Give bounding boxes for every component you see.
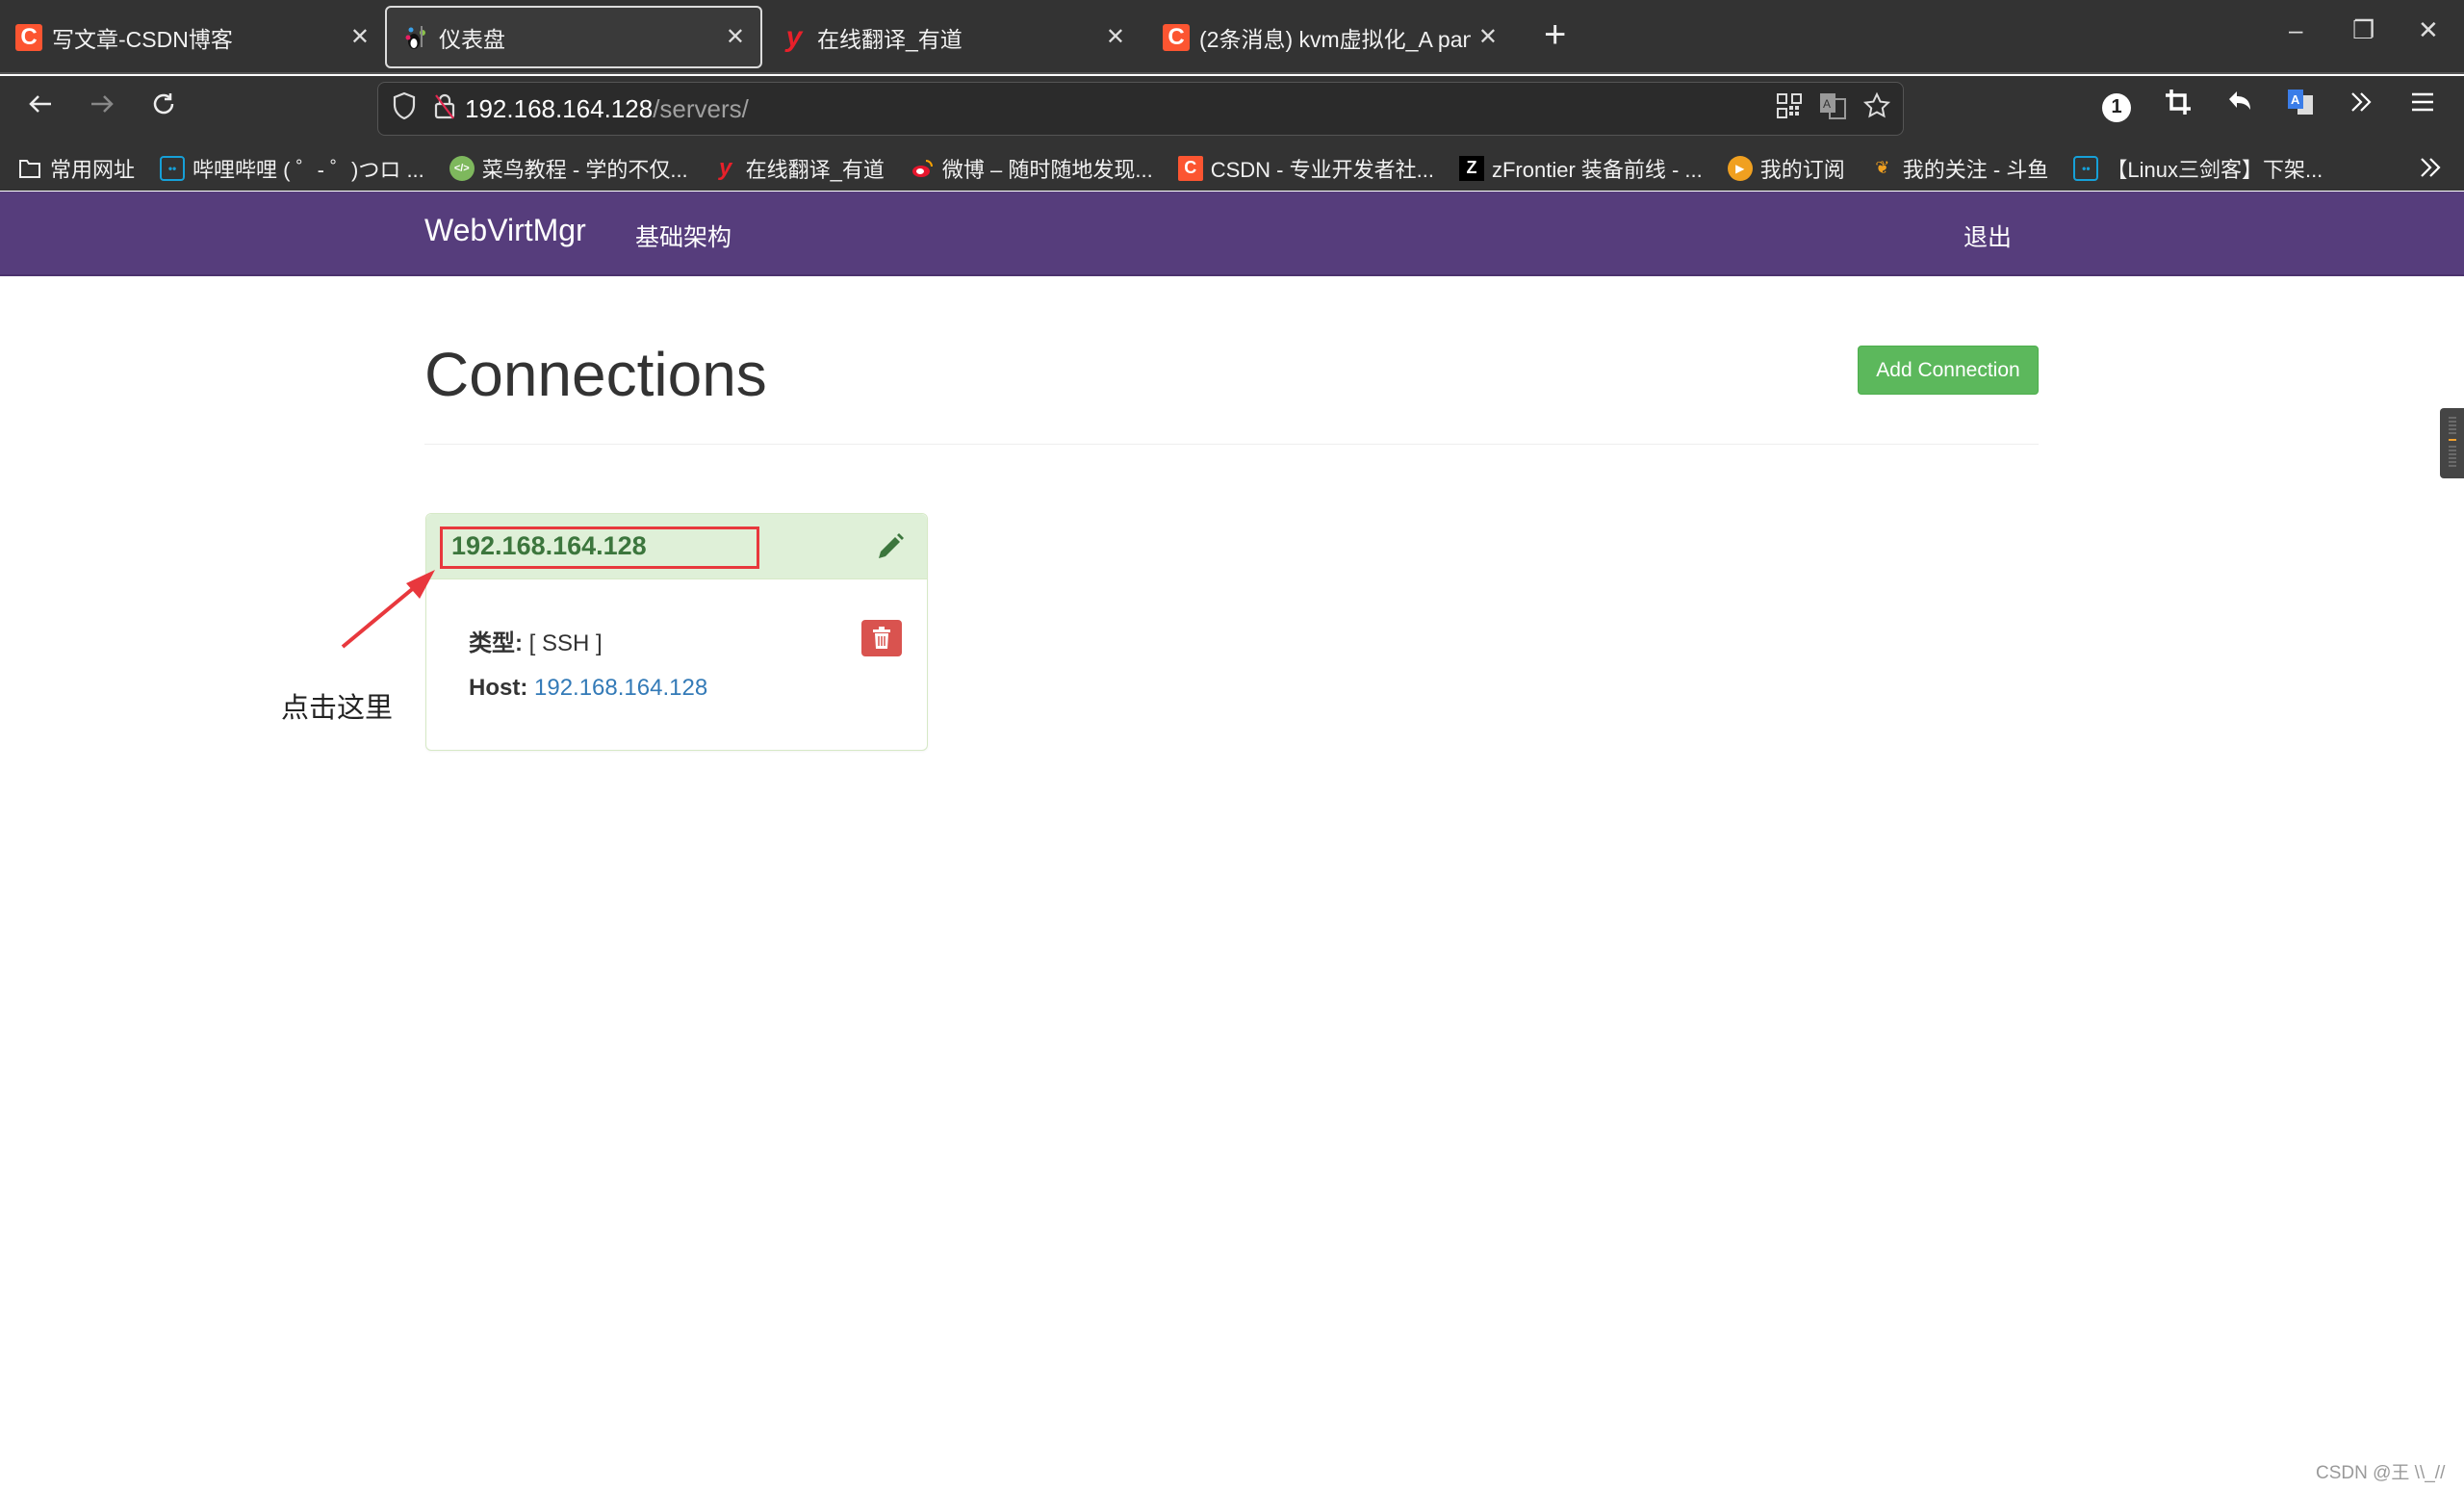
bookmark-folder-common[interactable]: 常用网址 (17, 153, 135, 184)
svg-text:A: A (2291, 92, 2300, 107)
bookmark-star-icon[interactable] (1862, 91, 1891, 127)
tab-youdao[interactable]: y 在线翻译_有道 ✕ (765, 6, 1141, 68)
hamburger-menu-icon[interactable] (2408, 88, 2437, 124)
type-label: 类型: (469, 630, 523, 656)
bookmark-label: 我的关注 - 斗鱼 (1902, 157, 2049, 182)
bookmark-label: 常用网址 (50, 157, 136, 182)
extension-badge-button[interactable]: 1 (2102, 88, 2131, 122)
tab-title: 仪表盘 (439, 26, 505, 52)
nav-logout[interactable]: 退出 (1964, 218, 2012, 253)
tab-kvm-article[interactable]: C (2条消息) kvm虚拟化_A panac ✕ (1147, 6, 1513, 68)
bookmark-douyu[interactable]: ❦ 我的关注 - 斗鱼 (1870, 153, 2049, 184)
bilibili-icon: •• (160, 155, 186, 181)
reload-button[interactable] (142, 90, 185, 127)
tab-title: 写文章-CSDN博客 (52, 26, 233, 52)
reload-icon (153, 93, 174, 115)
bookmark-weibo[interactable]: 微博 – 随时随地发现... (910, 153, 1153, 184)
connection-type: 类型: [ SSH ] (469, 624, 603, 657)
bookmark-label: 我的订阅 (1759, 157, 1845, 182)
overflow-chevrons-icon[interactable] (2347, 88, 2375, 124)
translate-icon[interactable]: A (1818, 91, 1847, 127)
tab-title: (2条消息) kvm虚拟化_A panac (1199, 26, 1471, 52)
page-title: Connections (424, 340, 767, 409)
badge-count: 1 (2102, 92, 2131, 122)
divider (424, 444, 2039, 445)
csdn-icon: C (15, 23, 42, 51)
arrow-right-icon (91, 95, 114, 113)
app-navbar: WebVirtMgr 基础架构 退出 (0, 192, 2464, 276)
delete-connection-button[interactable] (861, 620, 902, 656)
subscription-icon: ▶ (1727, 155, 1753, 181)
arrow-left-icon (29, 95, 51, 113)
bookmark-zfrontier[interactable]: Z zFrontier 装备前线 - ... (1458, 153, 1703, 184)
bookmark-bilibili[interactable]: •• 哔哩哔哩 ( ゜- ゜)つロ ... (160, 153, 424, 184)
restore-button[interactable]: ❐ (2352, 15, 2374, 45)
bookmark-label: 哔哩哔哩 ( ゜- ゜)つロ ... (192, 157, 424, 182)
new-tab-button[interactable]: + (1544, 13, 1566, 57)
csdn-icon: C (1163, 23, 1190, 51)
annotation-arrow-icon (341, 570, 435, 649)
weibo-icon (910, 156, 935, 181)
bookmark-label: CSDN - 专业开发者社... (1210, 157, 1434, 182)
qr-code-icon[interactable] (1776, 92, 1803, 126)
bookmark-csdn[interactable]: C CSDN - 专业开发者社... (1177, 153, 1434, 184)
bookmark-label: 【Linux三剑客】下架... (2106, 157, 2323, 182)
linux-tux-icon (402, 24, 429, 51)
bookmarks-bar: 常用网址 •• 哔哩哔哩 ( ゜- ゜)つロ ... </> 菜鸟教程 - 学的… (0, 145, 2464, 191)
zfrontier-icon: Z (1458, 155, 1484, 181)
bookmark-label: 菜鸟教程 - 学的不仅... (481, 157, 688, 182)
watermark: CSDN @王 \\_// (2316, 1463, 2446, 1483)
bookmarks-overflow-icon[interactable] (2416, 153, 2445, 188)
minimize-button[interactable]: – (2289, 15, 2302, 45)
browser-tab-bar: C 写文章-CSDN博客 ✕ 仪表盘 ✕ y 在线翻译_有道 ✕ C (2条消息… (0, 0, 2464, 74)
side-panel-handle[interactable] (2440, 408, 2464, 478)
annotation-label: 点击这里 (281, 693, 394, 724)
tab-close-button[interactable]: ✕ (726, 23, 745, 51)
host-link[interactable]: 192.168.164.128 (534, 675, 707, 701)
connection-host: Host: 192.168.164.128 (469, 675, 707, 702)
type-value: [ SSH ] (528, 630, 603, 656)
tab-close-button[interactable]: ✕ (1478, 23, 1498, 51)
bookmark-runoob[interactable]: </> 菜鸟教程 - 学的不仅... (449, 153, 688, 184)
bookmark-label: zFrontier 装备前线 - ... (1491, 157, 1703, 182)
crop-icon[interactable] (2164, 88, 2193, 124)
undo-icon[interactable] (2225, 88, 2254, 124)
add-connection-button[interactable]: Add Connection (1858, 346, 2039, 395)
tab-title: 在线翻译_有道 (817, 26, 962, 52)
tab-close-button[interactable]: ✕ (1106, 23, 1125, 51)
brand-link[interactable]: WebVirtMgr (424, 213, 586, 248)
annotation-highlight-box (440, 527, 759, 569)
bookmark-linux-video[interactable]: •• 【Linux三剑客】下架... (2073, 153, 2323, 184)
address-bar[interactable]: 192.168.164.128/servers/ A (377, 82, 1904, 136)
url-host: 192.168.164.128 (465, 93, 654, 123)
youdao-icon: y (785, 20, 803, 53)
shield-icon[interactable] (392, 91, 417, 127)
csdn-icon: C (1177, 155, 1203, 181)
nav-infrastructure[interactable]: 基础架构 (635, 218, 732, 253)
trash-icon (873, 627, 890, 649)
tab-close-button[interactable]: ✕ (350, 23, 370, 51)
bilibili-icon: •• (2073, 155, 2099, 181)
bookmark-label: 在线翻译_有道 (745, 157, 885, 182)
host-label: Host: (469, 675, 528, 701)
back-button[interactable] (19, 90, 62, 127)
insecure-lock-icon[interactable] (432, 91, 457, 127)
runoob-icon: </> (449, 155, 475, 181)
bookmark-youdao[interactable]: y 在线翻译_有道 (713, 153, 885, 184)
browser-nav-bar: 192.168.164.128/servers/ A 1 A (0, 76, 2464, 145)
bookmark-label: 微博 – 随时随地发现... (941, 157, 1153, 182)
douyu-icon: ❦ (1875, 158, 1890, 177)
bookmark-subscriptions[interactable]: ▶ 我的订阅 (1727, 153, 1845, 184)
svg-text:A: A (1823, 97, 1831, 111)
tab-csdn-write[interactable]: C 写文章-CSDN博客 ✕ (0, 6, 385, 68)
youdao-icon: y (718, 154, 732, 181)
pencil-icon[interactable] (875, 531, 906, 562)
url-path: /servers/ (653, 93, 749, 123)
folder-icon (17, 156, 42, 181)
tab-dashboard[interactable]: 仪表盘 ✕ (385, 6, 762, 68)
forward-button[interactable] (81, 90, 123, 127)
window-close-button[interactable]: ✕ (2418, 15, 2439, 45)
translate-extension-icon[interactable]: A (2286, 88, 2317, 126)
